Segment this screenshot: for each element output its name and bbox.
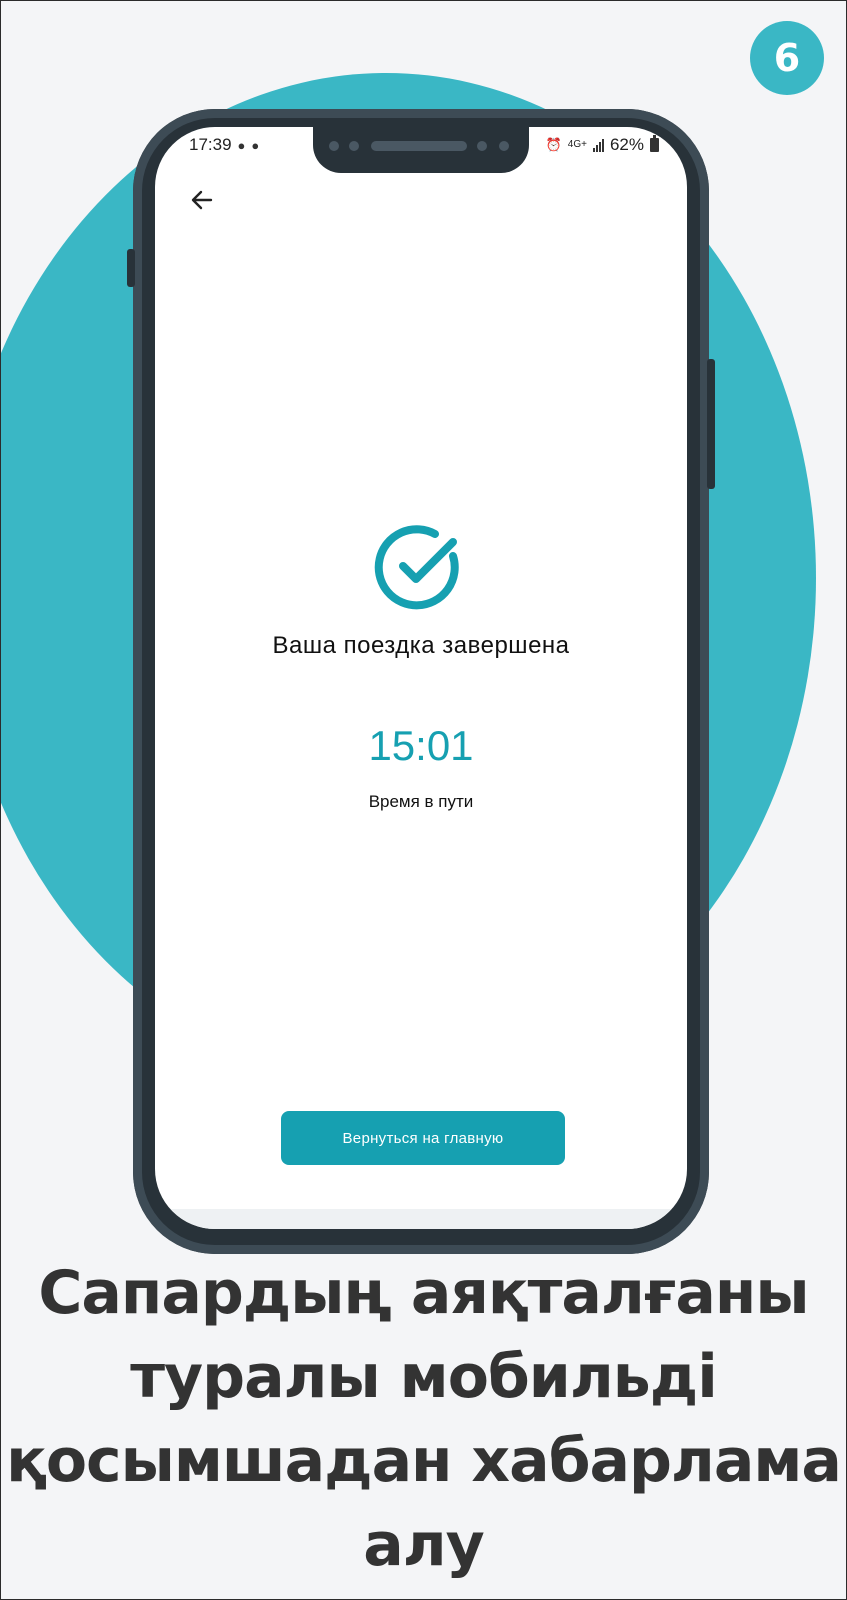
trip-completed-title: Ваша поездка завершена [272,632,570,659]
caption-line: туралы мобильді [130,1342,718,1412]
return-home-button[interactable]: Вернуться на главную [281,1111,565,1165]
screen-bottom-bar [155,1209,687,1229]
notification-icon: ● [237,137,246,153]
phone-screen: 17:39 ● ● ⏰ 4G+ 62% Ваша поездка заверше… [155,127,687,1229]
battery-icon [650,135,659,152]
sensor-dot [477,141,487,151]
alarm-icon: ⏰ [545,137,562,152]
phone-side-button [127,249,135,287]
instruction-card: 6 17:39 ● ● ⏰ 4G+ 62% Ваша поездка завер… [0,0,847,1600]
notification-icon: ● [251,137,260,153]
phone-notch [313,127,529,173]
status-bar-left: 17:39 ● ● [189,135,259,155]
battery-percent: 62% [609,135,644,154]
status-time: 17:39 [189,135,232,154]
phone-mockup: 17:39 ● ● ⏰ 4G+ 62% Ваша поездка заверше… [127,109,715,1254]
status-bar-right: ⏰ 4G+ 62% [546,135,659,155]
sensor-dot [349,141,359,151]
caption-line: қосымшадан хабарлама [6,1426,842,1496]
caption-text: Сапардың аяқталғаны туралы мобильді қосы… [1,1251,846,1587]
trip-duration-value: 15:01 [368,722,474,769]
phone-power-button [707,359,715,489]
trip-duration-label: Время в пути [368,792,474,811]
caption-line: Сапардың аяқталғаны [38,1258,809,1328]
caption-line: алу [363,1510,485,1580]
network-type: 4G+ [567,139,587,150]
sensor-dot [329,141,339,151]
speaker-grille [371,141,467,151]
arrow-left-icon[interactable] [187,185,217,215]
step-number-badge: 6 [750,21,824,95]
check-circle-icon [374,525,459,610]
camera-dot [499,141,509,151]
signal-icon [592,138,604,152]
